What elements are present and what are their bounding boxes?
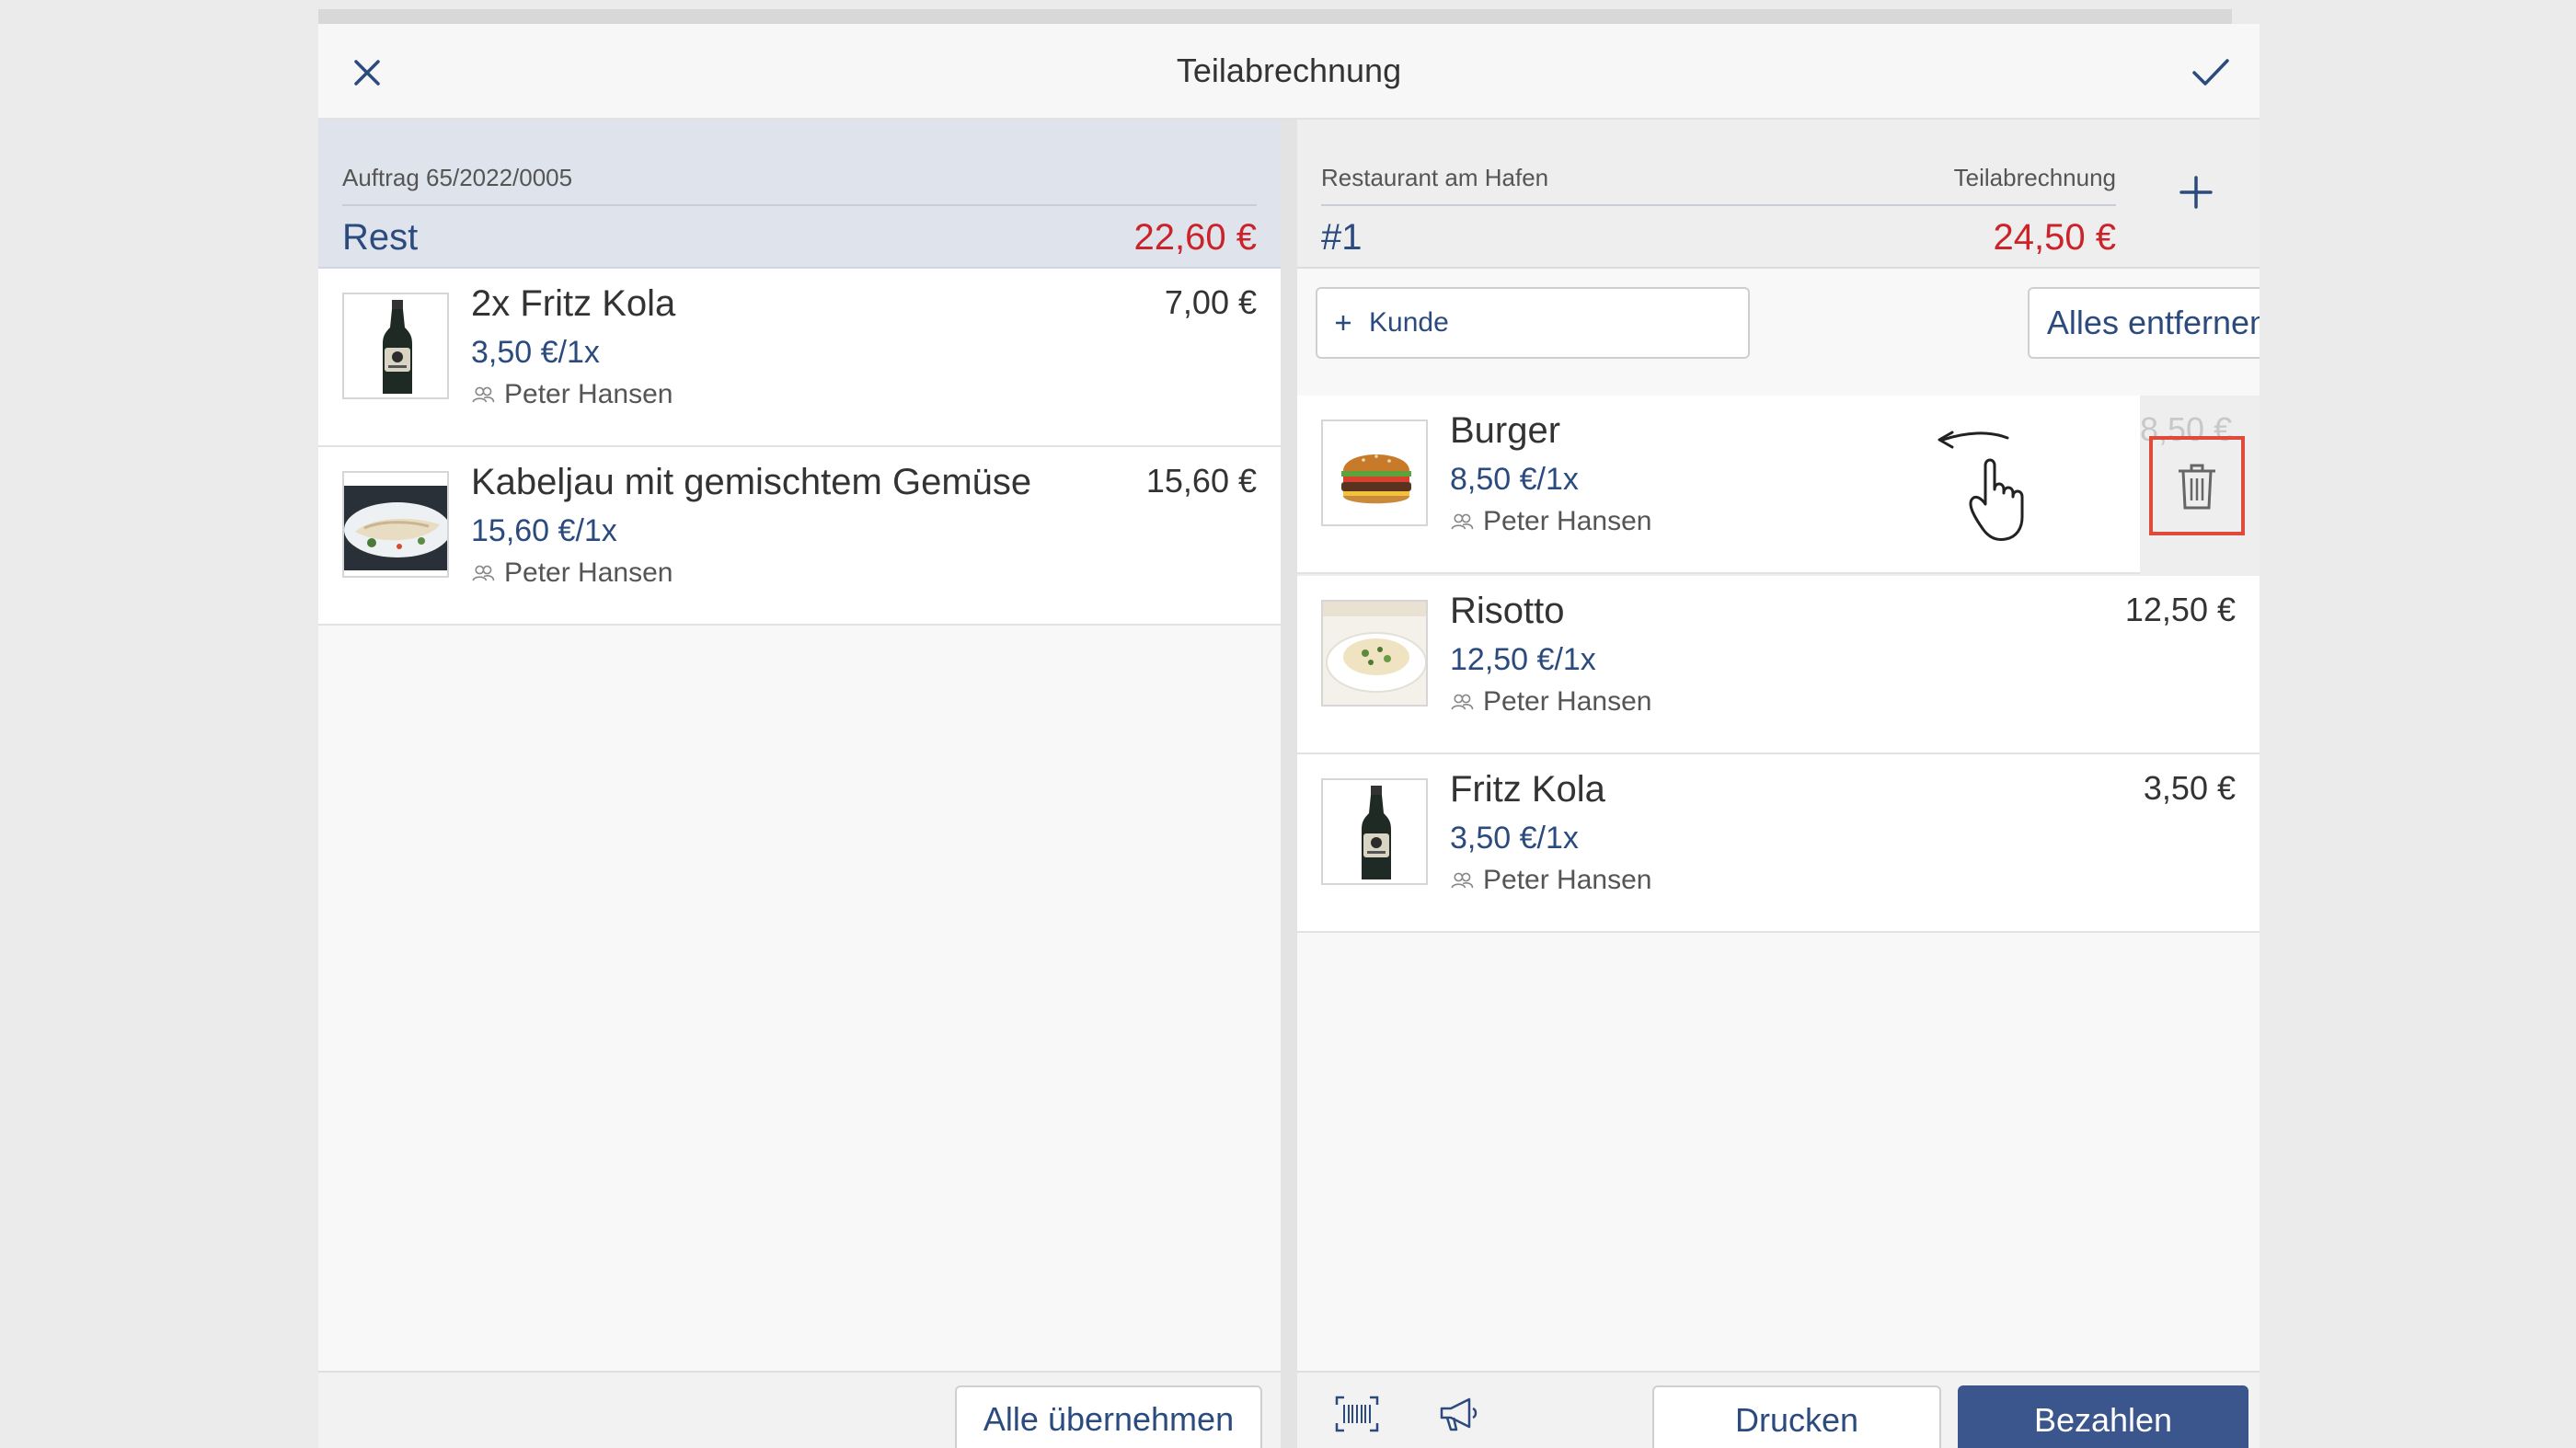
header-divider <box>1321 204 2116 206</box>
item-customer: Peter Hansen <box>471 557 673 589</box>
list-item[interactable]: Risotto 12,50 €/1x Peter Hansen 12,50 € <box>1297 576 2260 754</box>
rest-amount: 22,60 € <box>1133 217 1257 258</box>
item-unit-price: 15,60 €/1x <box>471 513 617 548</box>
rest-label: Rest <box>342 217 419 258</box>
add-partial-bill-button[interactable] <box>2171 167 2221 217</box>
item-unit-price: 12,50 €/1x <box>1450 642 1596 677</box>
list-item[interactable]: Kabeljau mit gemischtem Gemüse 15,60 €/1… <box>318 447 1281 626</box>
bill-amount: 24,50 € <box>1993 217 2116 258</box>
section-label: Teilabrechnung <box>1953 164 2116 191</box>
people-icon <box>1450 870 1476 891</box>
people-icon <box>471 385 497 405</box>
item-total: 12,50 € <box>2124 591 2236 628</box>
customer-name: Peter Hansen <box>1483 506 1652 536</box>
item-customer: Peter Hansen <box>471 379 673 410</box>
dialog-header: Teilabrechnung <box>318 24 2260 120</box>
remaining-header: Auftrag 65/2022/0005 Rest 22,60 € <box>318 120 1281 269</box>
bill-number: #1 <box>1321 217 1363 258</box>
product-image <box>342 471 449 578</box>
item-name: Kabeljau mit gemischtem Gemüse <box>471 462 1032 502</box>
item-total: 15,60 € <box>1145 462 1257 500</box>
item-name: Burger <box>1450 410 1561 451</box>
item-unit-price: 3,50 €/1x <box>1450 821 1579 856</box>
people-icon <box>1450 692 1476 712</box>
item-name: Risotto <box>1450 591 1565 631</box>
split-bill-dialog: Teilabrechnung Auftrag 65/2022/0005 Rest… <box>318 24 2260 1448</box>
product-image <box>342 293 449 399</box>
plus-icon <box>2179 176 2213 209</box>
item-customer: Peter Hansen <box>1450 865 1651 896</box>
people-icon <box>471 563 497 583</box>
item-customer: Peter Hansen <box>1450 506 1651 537</box>
product-image <box>1321 778 1428 885</box>
swiped-list-item[interactable]: 8,50 € Burger 8,50 €/1x Peter Hansen <box>1297 396 2260 576</box>
right-footer: Drucken Bezahlen <box>1297 1371 2260 1448</box>
product-image <box>1321 419 1428 526</box>
confirm-button[interactable] <box>2186 48 2236 98</box>
list-item[interactable]: Fritz Kola 3,50 €/1x Peter Hansen 3,50 € <box>1297 754 2260 933</box>
remove-all-button[interactable]: Alles entfernen <box>2028 287 2260 359</box>
customer-name: Peter Hansen <box>504 379 673 409</box>
plus-icon <box>1336 316 1351 330</box>
item-name: Fritz Kola <box>1450 769 1605 810</box>
item-name: 2x Fritz Kola <box>471 283 676 324</box>
megaphone-icon <box>1440 1397 1478 1431</box>
take-all-button[interactable]: Alle übernehmen <box>955 1385 1262 1448</box>
swipe-left-hand-icon <box>1938 431 2024 541</box>
list-item[interactable]: Burger 8,50 €/1x Peter Hansen <box>1297 396 2140 574</box>
pane-divider <box>1281 120 1297 1448</box>
check-icon <box>2192 59 2229 86</box>
add-customer-label: Kunde <box>1369 307 1449 338</box>
barcode-scan-icon <box>1335 1396 1379 1432</box>
partial-bill-pane: Restaurant am Hafen Teilabrechnung #1 24… <box>1297 120 2260 1448</box>
delete-button[interactable] <box>2149 436 2245 535</box>
remaining-items-pane: Auftrag 65/2022/0005 Rest 22,60 € 2x Fri… <box>318 120 1281 1448</box>
list-item[interactable]: 2x Fritz Kola 3,50 €/1x Peter Hansen 7,0… <box>318 269 1281 447</box>
item-total: 7,00 € <box>1164 283 1257 321</box>
item-unit-price: 8,50 €/1x <box>1450 462 1579 497</box>
header-divider <box>342 204 1257 206</box>
customer-name: Peter Hansen <box>504 557 673 588</box>
left-footer: Alle übernehmen <box>318 1371 1281 1448</box>
customer-name: Peter Hansen <box>1483 865 1652 895</box>
trash-icon <box>2179 464 2215 510</box>
restaurant-name: Restaurant am Hafen <box>1321 164 1549 191</box>
item-unit-price: 3,50 €/1x <box>471 335 600 370</box>
print-button[interactable]: Drucken <box>1652 1385 1941 1448</box>
customer-name: Peter Hansen <box>1483 686 1652 717</box>
background-window-edge <box>318 9 2232 24</box>
product-image <box>1321 600 1428 707</box>
item-customer: Peter Hansen <box>1450 686 1651 718</box>
announce-button[interactable] <box>1435 1389 1485 1439</box>
people-icon <box>1450 511 1476 532</box>
item-total: 3,50 € <box>2143 769 2236 807</box>
partial-bill-header: Restaurant am Hafen Teilabrechnung #1 24… <box>1297 120 2260 269</box>
dialog-title: Teilabrechnung <box>1176 52 1402 89</box>
order-number: Auftrag 65/2022/0005 <box>342 164 573 191</box>
pay-button[interactable]: Bezahlen <box>1958 1385 2248 1448</box>
add-customer-button[interactable]: Kunde <box>1316 287 1750 359</box>
barcode-button[interactable] <box>1332 1389 1382 1439</box>
